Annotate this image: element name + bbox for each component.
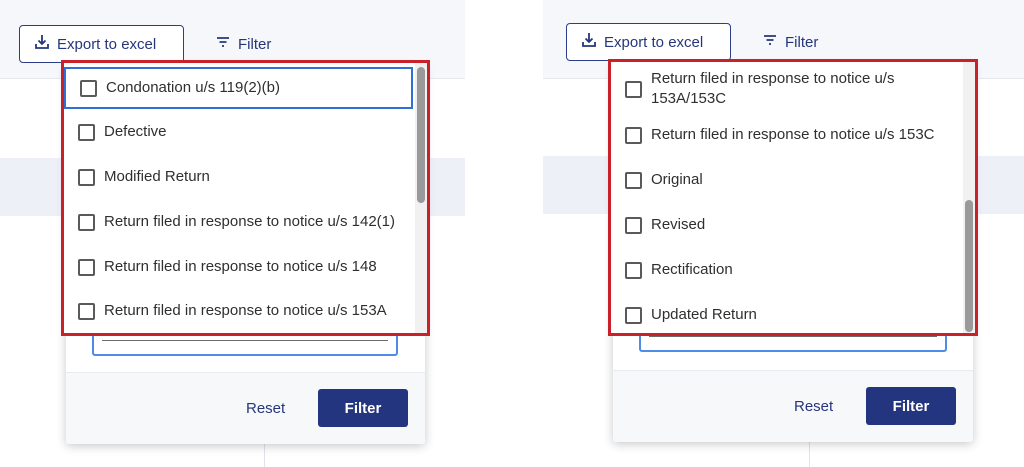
option-notice-142-1[interactable]: Return filed in response to notice u/s 1… [64,201,413,243]
option-modified-return[interactable]: Modified Return [64,156,413,198]
checkbox[interactable] [78,302,95,320]
checkbox[interactable] [78,168,95,186]
export-label: Export to excel [604,33,704,51]
return-type-dropdown-list: Condonation u/s 119(2)(b) Defective Modi… [61,60,430,336]
checkbox[interactable] [78,123,95,141]
filter-link-label: Filter [785,33,819,51]
option-notice-148[interactable]: Return filed in response to notice u/s 1… [64,246,413,288]
filter-toggle-link[interactable]: Filter [215,35,271,53]
right-screenshot-panel: Export to excel Filter Reset Filter Retu… [543,0,1024,467]
checkbox[interactable] [625,306,642,324]
checkbox[interactable] [78,213,95,231]
export-to-excel-button[interactable]: Export to excel [19,25,184,63]
download-icon [581,32,597,52]
dropdown-scrollbar[interactable] [963,62,975,333]
option-original[interactable]: Original [611,159,961,201]
scrollbar-thumb[interactable] [417,67,425,203]
filter-submit-button[interactable]: Filter [866,387,956,425]
panel-gutter [465,0,543,467]
popup-footer: Reset Filter [66,372,425,444]
popup-footer: Reset Filter [613,370,973,442]
filter-link-label: Filter [238,35,272,53]
option-revised[interactable]: Revised [611,204,961,246]
export-to-excel-button[interactable]: Export to excel [566,23,731,61]
checkbox[interactable] [625,80,642,98]
filter-icon [762,33,778,51]
option-rectification[interactable]: Rectification [611,249,961,291]
checkbox[interactable] [78,258,95,276]
option-notice-153c[interactable]: Return filed in response to notice u/s 1… [611,114,961,156]
reset-link[interactable]: Reset [794,398,833,415]
option-condonation[interactable]: Condonation u/s 119(2)(b) [64,67,413,109]
option-defective[interactable]: Defective [64,111,413,153]
checkbox[interactable] [625,126,642,144]
option-notice-153a-153c[interactable]: Return filed in response to notice u/s 1… [611,65,961,113]
checkbox[interactable] [625,216,642,234]
filter-toggle-link[interactable]: Filter [762,33,818,51]
download-icon [34,34,50,54]
checkbox[interactable] [80,79,97,97]
left-screenshot-panel: Export to excel Filter Reset Filter Cond… [0,0,465,467]
filter-submit-button[interactable]: Filter [318,389,408,427]
return-type-dropdown-list: Return filed in response to notice u/s 1… [608,59,978,336]
checkbox[interactable] [625,261,642,279]
option-notice-153a[interactable]: Return filed in response to notice u/s 1… [64,290,413,332]
scrollbar-thumb[interactable] [965,200,973,332]
option-updated-return[interactable]: Updated Return [611,294,961,333]
filter-icon [215,35,231,53]
export-label: Export to excel [57,35,157,53]
dropdown-scrollbar[interactable] [415,63,427,333]
reset-link[interactable]: Reset [246,400,285,417]
checkbox[interactable] [625,171,642,189]
